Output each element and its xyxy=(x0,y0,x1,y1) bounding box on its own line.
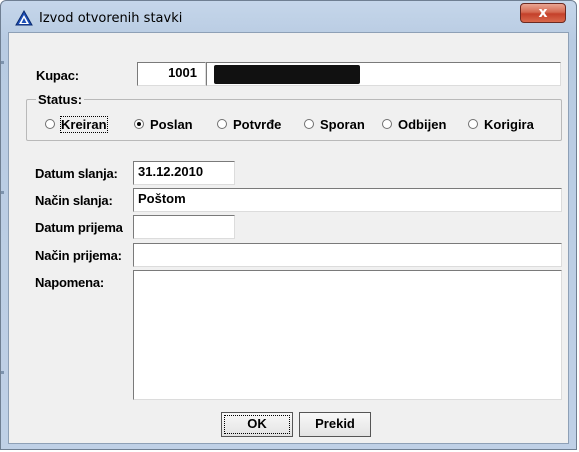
radio-label: Odbijen xyxy=(398,117,447,132)
radio-unchecked-icon xyxy=(217,119,227,129)
radio-label: Potvrđe xyxy=(233,117,282,132)
datum-prijema-label: Datum prijema xyxy=(35,220,123,235)
radio-unchecked-icon xyxy=(382,119,392,129)
frame-notch xyxy=(1,371,4,374)
radio-unchecked-icon xyxy=(45,119,55,129)
napomena-label: Napomena: xyxy=(35,275,104,290)
napomena-textarea[interactable] xyxy=(133,270,562,400)
window-title: Izvod otvorenih stavki xyxy=(39,11,183,26)
datum-slanja-label: Datum slanja: xyxy=(35,166,118,181)
radio-label: Korigira xyxy=(484,117,534,132)
frame-notch xyxy=(1,61,4,64)
radio-unchecked-icon xyxy=(304,119,314,129)
radio-checked-icon xyxy=(134,119,144,129)
radio-unchecked-icon xyxy=(468,119,478,129)
nacin-prijema-input[interactable] xyxy=(133,243,562,267)
radio-label: Poslan xyxy=(150,117,193,132)
kupac-label: Kupac: xyxy=(36,68,79,83)
title-bar[interactable]: Izvod otvorenih stavki x xyxy=(1,1,576,33)
datum-prijema-input[interactable] xyxy=(133,215,235,239)
kupac-code-input[interactable]: 1001 xyxy=(137,62,206,86)
close-button[interactable]: x xyxy=(520,3,566,23)
radio-label: Sporan xyxy=(320,117,365,132)
nacin-slanja-label: Način slanja: xyxy=(35,193,113,208)
nacin-prijema-label: Način prijema: xyxy=(35,248,122,263)
frame-notch xyxy=(1,191,4,194)
prekid-button[interactable]: Prekid xyxy=(299,412,371,437)
nacin-slanja-input[interactable]: Poštom xyxy=(133,188,562,212)
redaction-bar xyxy=(214,65,360,84)
status-label: Status: xyxy=(36,92,85,107)
datum-slanja-input[interactable]: 31.12.2010 xyxy=(133,161,235,185)
radio-label: Kreiran xyxy=(60,116,108,133)
ok-button[interactable]: OK xyxy=(221,412,293,437)
app-triangle-icon xyxy=(15,10,33,26)
close-icon: x xyxy=(538,5,548,21)
